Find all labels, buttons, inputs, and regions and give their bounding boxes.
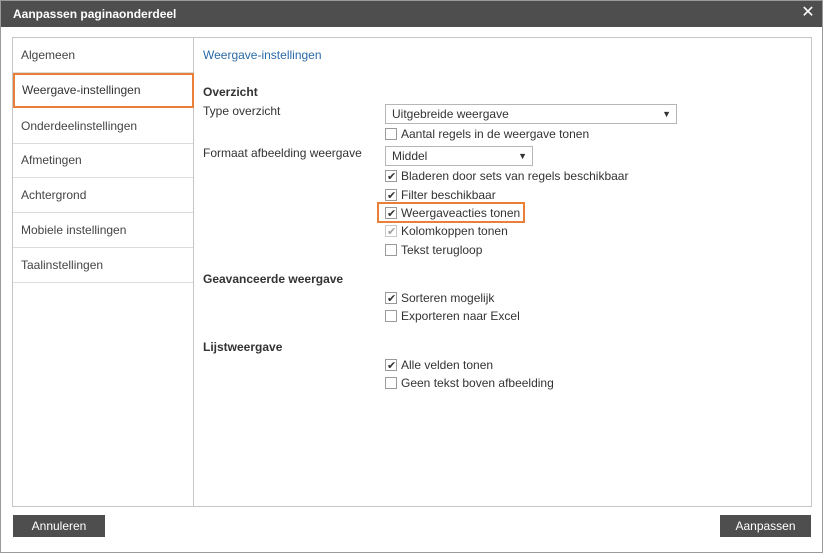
title-bar: Aanpassen paginaonderdeel ✕ — [1, 1, 822, 27]
type-overzicht-value: Uitgebreide weergave — [392, 107, 509, 121]
formaat-afbeelding-value: Middel — [392, 149, 428, 163]
section-lijstweergave: Lijstweergave — [203, 340, 283, 354]
checkbox-label: Alle velden tonen — [401, 358, 494, 372]
dropdown-arrow-icon: ▼ — [662, 109, 671, 119]
checkbox-box — [385, 188, 397, 204]
panel-heading: Weergave-instellingen — [203, 48, 322, 62]
checkbox-box — [385, 224, 397, 240]
sidebar-item-onderdeelinstellingen[interactable]: Onderdeelinstellingen — [13, 109, 193, 144]
dialog-title: Aanpassen paginaonderdeel — [13, 7, 177, 21]
formaat-afbeelding-select[interactable]: Middel ▼ — [385, 146, 533, 166]
sidebar-item-label: Afmetingen — [21, 153, 82, 167]
section-geavanceerde-weergave: Geavanceerde weergave — [203, 272, 344, 286]
sidebar-item-label: Mobiele instellingen — [21, 223, 127, 237]
sidebar-item-weergave-instellingen[interactable]: Weergave-instellingen — [13, 73, 194, 108]
sidebar-item-label: Achtergrond — [21, 188, 87, 202]
sidebar-item-achtergrond[interactable]: Achtergrond — [13, 178, 193, 213]
checkbox-box — [385, 358, 397, 374]
cancel-button[interactable]: Annuleren — [13, 515, 105, 537]
checkbox-label: Exporteren naar Excel — [401, 309, 520, 323]
checkbox-box — [385, 169, 397, 185]
checkbox-label: Kolomkoppen tonen — [401, 224, 508, 238]
checkbox-box — [385, 310, 397, 322]
checkbox-box — [385, 244, 397, 256]
sidebar-item-label: Onderdeelinstellingen — [21, 119, 138, 133]
sidebar-item-label: Weergave-instellingen — [22, 83, 141, 97]
checkbox-label: Geen tekst boven afbeelding — [401, 376, 554, 390]
type-overzicht-label: Type overzicht — [203, 104, 281, 118]
checkbox-label: Bladeren door sets van regels beschikbaa… — [401, 169, 629, 183]
close-icon[interactable]: ✕ — [800, 5, 816, 21]
sidebar-item-label: Algemeen — [21, 48, 76, 62]
highlight-frame — [377, 202, 525, 223]
formaat-afbeelding-label: Formaat afbeelding weergave — [203, 146, 362, 160]
sidebar-item-label: Taalinstellingen — [21, 258, 104, 272]
checkbox-box — [385, 128, 397, 140]
section-overzicht: Overzicht — [203, 85, 258, 99]
dropdown-arrow-icon: ▼ — [518, 151, 527, 161]
checkbox-label: Tekst terugloop — [401, 243, 483, 257]
settings-panel: Weergave-instellingen Overzicht Type ove… — [195, 38, 811, 506]
checkbox-label: Aantal regels in de weergave tonen — [401, 127, 590, 141]
apply-button[interactable]: Aanpassen — [720, 515, 811, 537]
dialog-body: Algemeen Weergave-instellingen Onderdeel… — [12, 37, 812, 507]
checkbox-label: Filter beschikbaar — [401, 188, 496, 202]
type-overzicht-select[interactable]: Uitgebreide weergave ▼ — [385, 104, 677, 124]
customize-dialog: Aanpassen paginaonderdeel ✕ Algemeen Wee… — [0, 0, 823, 553]
checkbox-box — [385, 377, 397, 389]
sidebar-item-algemeen[interactable]: Algemeen — [13, 38, 193, 73]
sidebar-item-taalinstellingen[interactable]: Taalinstellingen — [13, 248, 193, 283]
checkbox-box — [385, 291, 397, 307]
sidebar-item-mobiele-instellingen[interactable]: Mobiele instellingen — [13, 213, 193, 248]
sidebar: Algemeen Weergave-instellingen Onderdeel… — [13, 38, 194, 506]
checkbox-label: Sorteren mogelijk — [401, 291, 495, 305]
sidebar-item-afmetingen[interactable]: Afmetingen — [13, 143, 193, 178]
